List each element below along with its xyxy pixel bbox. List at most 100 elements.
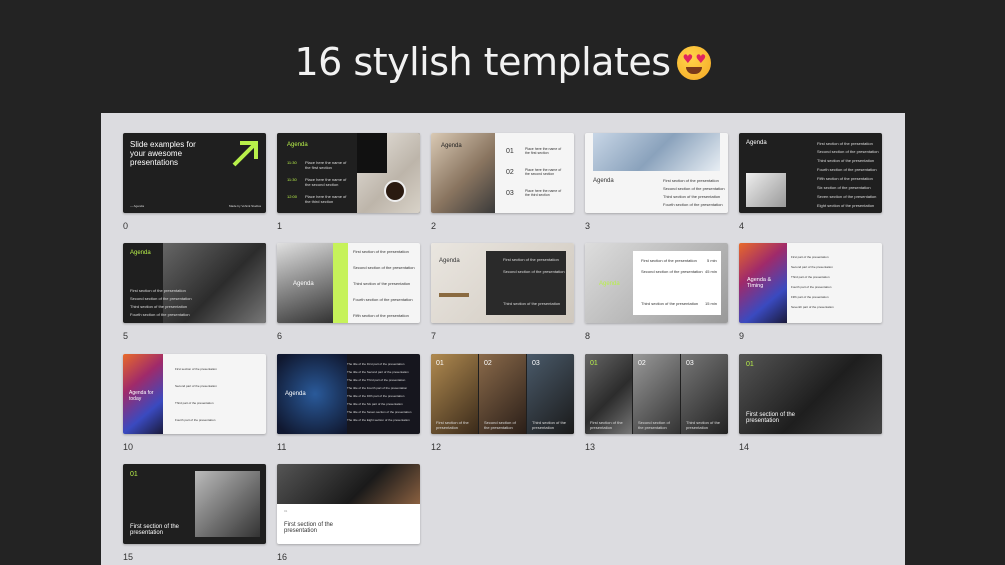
people-photo: [163, 243, 266, 323]
slide-number: 16: [277, 552, 288, 562]
slide-thumbnail-8[interactable]: Agenda First section of the presentation…: [585, 243, 728, 323]
accent-bar: [333, 243, 348, 323]
agenda-item: Second section of the presentation: [641, 269, 703, 274]
slide-thumbnail-9[interactable]: Agenda & Timing First part of the presen…: [739, 243, 882, 323]
agenda-row: The title of the Fourth part of the pres…: [347, 386, 408, 390]
timing-row: Third part of the presentation: [791, 275, 830, 279]
agenda-duration: 15 min: [705, 301, 718, 306]
agenda-item: First section of the presentation: [503, 257, 559, 262]
slide-thumbnail-1[interactable]: Agenda 11:30 Place here the name of the …: [277, 133, 420, 213]
agenda-item: Second section of the presentation: [130, 296, 192, 301]
slide-thumbnail-0[interactable]: Slide examples for your awesome presenta…: [123, 133, 266, 213]
agenda-row: Fourth part of the presentation: [175, 418, 216, 422]
section-title: First section of the presentation: [130, 524, 180, 536]
agenda-duration: 45 min: [705, 269, 718, 274]
slide-heading: Agenda: [293, 281, 314, 287]
agenda-row: The title of the Eight section of the pr…: [347, 418, 410, 422]
agenda-item: Place here the name of the third section: [525, 189, 562, 197]
slide-thumbnail-3[interactable]: Agenda First section of the presentation…: [585, 133, 728, 213]
slide-thumbnail-14[interactable]: 01 First section of the presentation: [739, 354, 882, 434]
agenda-item: Place here the name of the first section: [525, 147, 562, 155]
agenda-number: 02: [506, 169, 514, 176]
agenda-item: Second section of the presentation: [353, 265, 415, 270]
agenda-item: Third section of the presentation: [503, 301, 561, 306]
section-title: First section of the presentation: [284, 522, 334, 534]
section-number: 01: [284, 509, 288, 513]
slide-thumbnail-11[interactable]: Agenda The title of the First part of th…: [277, 354, 420, 434]
slide-footer-left: — Agenda: [130, 204, 145, 208]
agenda-item: First section of the presentation: [641, 258, 697, 263]
agenda-item: Seven section of the presentation: [817, 194, 877, 199]
agenda-item: Fourth section of the presentation: [130, 312, 190, 317]
panel-number: 01: [436, 360, 444, 367]
heart-eyes-emoji-icon: ♥ ♥: [676, 46, 711, 80]
agenda-item: Place here the name of the second sectio…: [525, 168, 562, 176]
slide-thumbnail-7[interactable]: Agenda First section of the presentation…: [431, 243, 574, 323]
slide-heading: Agenda: [593, 178, 614, 184]
agenda-row: Second part of the presentation: [175, 384, 217, 388]
slide-thumbnail-2[interactable]: Agenda 01 Place here the name of the fir…: [431, 133, 574, 213]
section-title: First section of the presentation: [746, 412, 796, 424]
slide-footer-right: Made by Vohnik Studios: [229, 204, 262, 208]
agenda-row: Third part of the presentation: [175, 401, 214, 405]
page-title-text: 16 stylish templates: [294, 40, 671, 84]
slide-heading: Agenda: [439, 258, 460, 264]
agenda-item: Third section of the presentation: [817, 158, 875, 163]
slide-heading: Agenda: [287, 142, 308, 148]
slide-number: 2: [431, 221, 437, 231]
slide-number: 14: [739, 442, 750, 452]
keyboard-photo-area: [357, 133, 387, 173]
slide-thumbnail-13[interactable]: 01 02 03 First section of the presentati…: [585, 354, 728, 434]
slide-number: 7: [431, 331, 437, 341]
laptop-hands-photo: [195, 471, 260, 537]
timing-row: Seventh part of the presentation: [791, 305, 834, 309]
agenda-item: First section of the presentation: [353, 249, 409, 254]
agenda-row: The title of the Third part of the prese…: [347, 378, 406, 382]
agenda-item: Six section of the presentation: [817, 185, 871, 190]
page-title: 16 stylish templates ♥ ♥: [0, 40, 1005, 84]
slide-thumbnail-6[interactable]: Agenda First section of the presentation…: [277, 243, 420, 323]
agenda-item: Fifth section of the presentation: [353, 313, 409, 318]
slide-heading: Slide examples for your awesome presenta…: [130, 140, 196, 167]
agenda-time: 11:30: [287, 160, 297, 165]
slide-number: 9: [739, 331, 745, 341]
slide-thumbnail-16[interactable]: 01 First section of the presentation: [277, 464, 420, 544]
agenda-item: First section of the presentation: [817, 141, 873, 146]
agenda-time: 12:00: [287, 194, 298, 199]
agenda-item: Fifth section of the presentation: [817, 176, 873, 181]
slide-number: 8: [585, 331, 591, 341]
slide-thumbnail-5[interactable]: Agenda First section of the presentation…: [123, 243, 266, 323]
slide-number: 12: [431, 442, 442, 452]
slide-heading: Agenda: [441, 143, 462, 149]
slide-number: 5: [123, 331, 129, 341]
slide-heading: Agenda & Timing: [747, 277, 772, 289]
slide-heading: Agenda for today: [129, 390, 154, 402]
agenda-row: The title of the Fifth part of the prese…: [347, 394, 405, 398]
agenda-row: The title of the First part of the prese…: [347, 362, 405, 366]
slide-thumbnail-12[interactable]: 01 02 03 First section of the presentati…: [431, 354, 574, 434]
slide-number: 3: [585, 221, 591, 231]
agenda-item: Fourth section of the presentation: [663, 202, 723, 207]
agenda-item: First section of the presentation: [663, 178, 719, 183]
agenda-item: Third section of the presentation: [641, 301, 699, 306]
panel-number: 02: [484, 360, 492, 367]
agenda-duration: 5 min: [707, 258, 717, 263]
agenda-item: Third section of the presentation: [130, 304, 188, 309]
agenda-item: First section of the presentation: [130, 288, 186, 293]
timing-row: Fourth part of the presentation: [791, 285, 832, 289]
agenda-row: The title of the Seven section of the pr…: [347, 410, 412, 414]
laptop-photo: [746, 173, 786, 207]
slide-heading: Agenda: [746, 140, 767, 146]
coffee-cup-image: [384, 180, 406, 202]
agenda-item: Fourth section of the presentation: [817, 167, 877, 172]
agenda-row: The title of the Second part of the pres…: [347, 370, 409, 374]
agenda-number: 01: [506, 148, 514, 155]
panel-number: 02: [638, 360, 646, 367]
slide-number: 6: [277, 331, 283, 341]
section-number: 01: [130, 471, 138, 478]
slide-thumbnail-15[interactable]: 01 First section of the presentation: [123, 464, 266, 544]
agenda-item: Place here the name of the third section: [305, 194, 347, 204]
slide-heading: Agenda: [599, 281, 620, 287]
slide-thumbnail-4[interactable]: Agenda First section of the presentation…: [739, 133, 882, 213]
slide-thumbnail-10[interactable]: Agenda for today First section of the pr…: [123, 354, 266, 434]
